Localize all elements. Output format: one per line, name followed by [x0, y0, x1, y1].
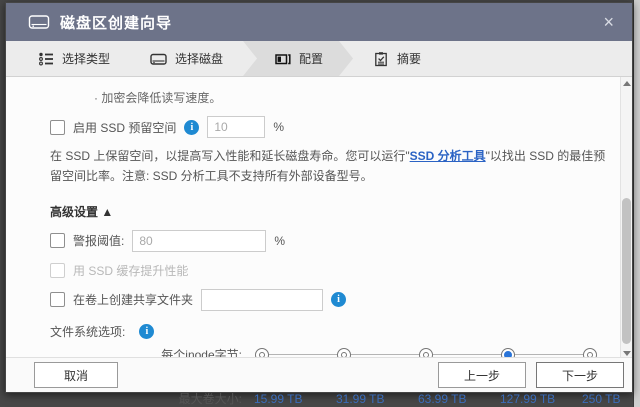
step-select-disks[interactable]: 选择磁盘	[130, 41, 243, 76]
ssd-reserve-input[interactable]	[207, 116, 266, 138]
wizard-step-bar: 选择类型 选择磁盘 配置 摘要	[6, 41, 632, 77]
dialog-title: 磁盘区创建向导	[60, 14, 173, 32]
ssd-reserve-row: 启用 SSD 预留空间 i %	[50, 116, 612, 138]
back-button[interactable]: 上一步	[438, 362, 526, 388]
step-summary[interactable]: 摘要	[353, 41, 441, 76]
alert-threshold-checkbox[interactable]	[50, 233, 65, 249]
type-list-icon	[38, 51, 54, 67]
shared-folder-row: 在卷上创建共享文件夹 i	[50, 288, 612, 311]
description-part1: 在 SSD 上保留空间，以提高写入性能和延长磁盘寿命。您可以运行"	[50, 149, 410, 163]
max-volume-value: 63.99 TB	[418, 391, 467, 406]
alert-threshold-row: 警报阈值: %	[50, 229, 612, 252]
filesystem-options-row: 文件系统选项: i	[50, 323, 612, 340]
info-icon[interactable]: i	[331, 292, 347, 308]
shared-folder-label: 在卷上创建共享文件夹	[73, 293, 194, 308]
content-scrollbar[interactable]	[620, 77, 632, 359]
info-icon[interactable]: i	[184, 119, 200, 135]
next-button[interactable]: 下一步	[536, 362, 624, 388]
percent-unit: %	[273, 120, 285, 134]
info-icon[interactable]: i	[139, 323, 155, 339]
step-label: 选择磁盘	[175, 52, 224, 66]
close-icon[interactable]: ×	[597, 11, 620, 33]
step-select-type[interactable]: 选择类型	[18, 41, 130, 76]
volume-creation-wizard-dialog: 磁盘区创建向导 × 选择类型 选择磁盘 配置 摘要 · 加密会降低读写速度。 启…	[5, 2, 633, 406]
scrollbar-thumb[interactable]	[622, 198, 631, 344]
disk-drive-icon	[28, 11, 50, 33]
wizard-content: · 加密会降低读写速度。 启用 SSD 预留空间 i % 在 SSD 上保留空间…	[6, 77, 632, 406]
dialog-footer: 取消 上一步 下一步	[6, 357, 632, 392]
disk-icon	[150, 51, 167, 67]
ssd-cache-checkbox	[50, 262, 65, 278]
summary-icon	[373, 51, 389, 67]
encryption-note: · 加密会降低读写速度。	[94, 91, 222, 105]
ssd-reserve-label: 启用 SSD 预留空间	[73, 120, 177, 135]
shared-folder-input[interactable]	[201, 288, 324, 311]
shared-folder-checkbox[interactable]	[50, 292, 65, 308]
step-label: 摘要	[397, 52, 422, 66]
max-volume-value: 250 TB	[582, 391, 621, 406]
ssd-cache-label: 用 SSD 缓存提升性能	[73, 263, 189, 278]
scroll-up-icon[interactable]	[621, 77, 632, 89]
alert-threshold-input[interactable]	[132, 229, 267, 252]
max-volume-value: 15.99 TB	[254, 391, 303, 406]
desktop-background: 磁盘区创建向导 × 选择类型 选择磁盘 配置 摘要 · 加密会降低读写速度。 启…	[0, 0, 640, 407]
max-volume-label: 最大卷大小:	[178, 392, 242, 407]
max-volume-value: 31.99 TB	[336, 391, 385, 406]
cancel-button[interactable]: 取消	[34, 362, 118, 388]
ssd-reserve-checkbox[interactable]	[50, 119, 65, 135]
dialog-titlebar: 磁盘区创建向导 ×	[6, 3, 632, 41]
step-label: 配置	[299, 52, 324, 66]
alert-threshold-label: 警报阈值:	[73, 234, 125, 249]
ssd-reserve-description: 在 SSD 上保留空间，以提高写入性能和延长磁盘寿命。您可以运行"SSD 分析工…	[50, 146, 612, 187]
advanced-settings-toggle[interactable]: 高级设置 ▲	[50, 203, 612, 220]
ssd-profiling-tool-link[interactable]: SSD 分析工具	[410, 149, 486, 163]
percent-unit: %	[274, 233, 286, 248]
ssd-cache-row: 用 SSD 缓存提升性能	[50, 262, 612, 279]
step-configure[interactable]: 配置	[243, 41, 353, 76]
max-volume-value: 127.99 TB	[500, 391, 556, 406]
filesystem-options-label: 文件系统选项:	[50, 324, 126, 339]
partition-icon	[275, 51, 291, 67]
step-label: 选择类型	[62, 52, 111, 66]
